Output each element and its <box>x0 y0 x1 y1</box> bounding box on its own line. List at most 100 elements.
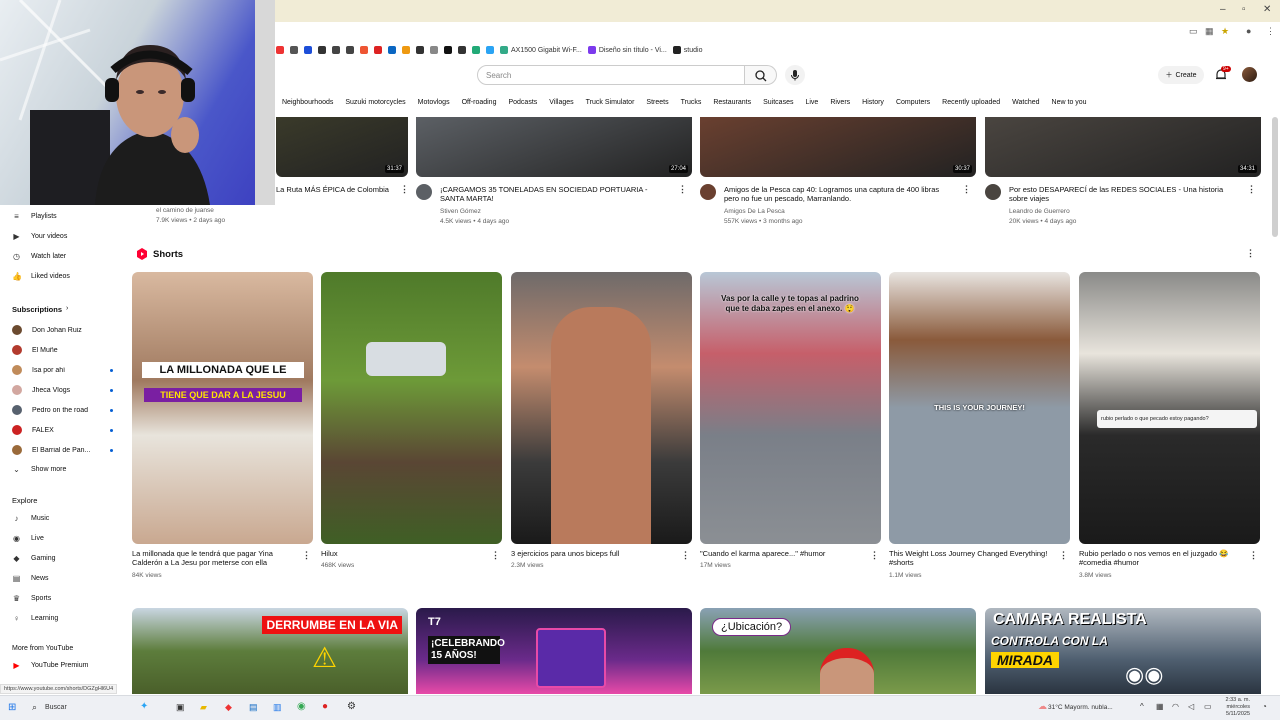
channel-avatar[interactable] <box>416 184 432 200</box>
filter-chip[interactable]: Trucks <box>675 99 708 106</box>
short-menu-icon[interactable]: ⋮ <box>870 550 879 561</box>
video-thumbnail[interactable]: T7 ¡CELEBRANDO 15 AÑOS! <box>416 608 692 694</box>
sidebar-item[interactable]: ◆ Gaming <box>12 554 55 563</box>
short-menu-icon[interactable]: ⋮ <box>681 550 690 561</box>
bookmark-favicon[interactable] <box>486 46 494 54</box>
tray-chevron-icon[interactable]: ^ <box>1140 702 1144 711</box>
channel-avatar[interactable] <box>700 184 716 200</box>
sidebar-item[interactable]: ▤ News <box>12 574 49 583</box>
video-thumbnail[interactable]: DERRUMBE EN LA VIA ⚠ <box>132 608 408 694</box>
sidebar-item[interactable]: ♪ Music <box>12 514 50 523</box>
short-title[interactable]: 3 ejercicios para unos biceps full <box>511 549 676 558</box>
sidebar-subscription[interactable]: Don Johan Ruiz <box>12 325 94 335</box>
bookmark-item[interactable]: Diseño sin título - Vi... <box>587 46 667 54</box>
bookmark-favicon[interactable] <box>332 46 340 54</box>
bookmark-favicon[interactable] <box>374 46 382 54</box>
bookmark-favicon[interactable] <box>290 46 298 54</box>
short-thumbnail[interactable] <box>321 272 502 544</box>
bookmark-favicon[interactable] <box>444 46 452 54</box>
wifi-icon[interactable]: ◠ <box>1172 702 1179 711</box>
short-menu-icon[interactable]: ⋮ <box>302 550 311 561</box>
network-icon[interactable]: ▦ <box>1156 702 1164 711</box>
short-title[interactable]: Rubio perlado o nos vemos en el juzgado … <box>1079 549 1244 567</box>
sidebar-item-premium[interactable]: ▶ YouTube Premium <box>12 661 88 670</box>
bookmark-favicon[interactable] <box>402 46 410 54</box>
profile-icon[interactable]: ● <box>1246 27 1255 36</box>
sidebar-item[interactable]: 👍 Liked videos <box>12 272 70 281</box>
bookmark-item[interactable]: AX1500 Gigabit Wi-F... <box>500 46 582 54</box>
filter-chip[interactable]: New to you <box>1046 99 1093 106</box>
word-icon[interactable]: ▤ <box>249 702 258 713</box>
volume-icon[interactable]: ◁ <box>1188 702 1194 711</box>
filter-chip[interactable]: Computers <box>890 99 936 106</box>
short-menu-icon[interactable]: ⋮ <box>491 550 500 561</box>
video-thumbnail[interactable]: CAMARA REALISTA CONTROLA CON LA MIRADA ◉◉ <box>985 608 1261 694</box>
filter-chip[interactable]: Villages <box>543 99 579 106</box>
sidebar-item[interactable]: ◷ Watch later <box>12 252 66 261</box>
video-title[interactable]: Amigos de la Pesca cap 40: Logramos una … <box>724 185 954 203</box>
taskbar-search-icon[interactable]: ⌕ <box>32 702 37 713</box>
bookmark-favicon[interactable] <box>346 46 354 54</box>
filter-chip[interactable]: Live <box>799 99 824 106</box>
sidebar-subscription[interactable]: El Barrial de Pan... <box>12 445 113 455</box>
sidebar-subscription[interactable]: El Muñe <box>12 345 94 355</box>
short-thumbnail[interactable]: rubio perlado o que pecado estoy pagando… <box>1079 272 1260 544</box>
filter-chip[interactable]: Motovlogs <box>412 99 456 106</box>
filter-chip[interactable]: Suzuki motorcycles <box>339 99 411 106</box>
short-thumbnail[interactable]: Vas por la calle y te topas al padrino q… <box>700 272 881 544</box>
sidebar-subscription[interactable]: FALEX <box>12 425 113 435</box>
video-thumbnail[interactable]: 34:31 <box>985 117 1261 177</box>
show-more-button[interactable]: ⌄ Show more <box>12 465 66 474</box>
taskbar-search[interactable]: Buscar <box>45 704 67 711</box>
cast-icon[interactable]: ▭ <box>1189 27 1198 36</box>
filter-chip[interactable]: History <box>856 99 890 106</box>
sidebar-subscription[interactable]: Isa por ahí <box>12 365 113 375</box>
sidebar-subscription[interactable]: Pedro on the road <box>12 405 113 415</box>
maximize-icon[interactable]: ▫ <box>1242 4 1246 15</box>
bookmark-favicon[interactable] <box>472 46 480 54</box>
channel-name[interactable]: Leandro de Guerrero <box>1009 207 1070 217</box>
video-thumbnail[interactable]: ¿Ubicación? <box>700 608 976 694</box>
video-menu-icon[interactable]: ⋮ <box>1247 184 1256 195</box>
sidebar-item[interactable]: ▶ Your videos <box>12 232 67 241</box>
short-title[interactable]: This Weight Loss Journey Changed Everyth… <box>889 549 1054 567</box>
channel-name[interactable]: Stiven Gómez <box>440 207 481 217</box>
filter-chip[interactable]: Podcasts <box>502 99 543 106</box>
filter-chip[interactable]: Streets <box>640 99 674 106</box>
bookmark-item[interactable]: studio <box>672 46 702 54</box>
clock[interactable]: 2:33 a. m. miércoles 5/11/2025 <box>1220 697 1250 718</box>
video-title[interactable]: Por esto DESAPARECÍ de las REDES SOCIALE… <box>1009 185 1239 203</box>
chrome-icon[interactable]: ◉ <box>297 701 306 712</box>
short-title[interactable]: "Cuando el karma aparece..." #humor <box>700 549 865 558</box>
filter-chip[interactable]: Restaurants <box>707 99 757 106</box>
avatar[interactable] <box>1242 67 1257 82</box>
search-input[interactable]: Search <box>477 65 745 85</box>
mail-icon[interactable]: ▥ <box>273 702 282 713</box>
sidebar-item[interactable]: ◉ Live <box>12 534 44 543</box>
voice-search-button[interactable] <box>785 65 805 85</box>
filter-chip[interactable]: Off-roading <box>456 99 503 106</box>
chevron-right-icon[interactable]: › <box>66 305 68 312</box>
sidebar-item[interactable]: ♀ Learning <box>12 614 59 623</box>
bookmark-favicon[interactable] <box>318 46 326 54</box>
menu-dots-icon[interactable]: ⋮ <box>1266 27 1275 36</box>
short-menu-icon[interactable]: ⋮ <box>1249 550 1258 561</box>
windows-start-icon[interactable]: ⊞ <box>8 702 16 713</box>
bookmark-favicon[interactable] <box>388 46 396 54</box>
short-thumbnail[interactable] <box>511 272 692 544</box>
sidebar-item[interactable]: ≡ Playlists <box>12 212 57 221</box>
video-thumbnail[interactable]: 31:37 <box>276 117 408 177</box>
bookmark-favicon[interactable] <box>304 46 312 54</box>
create-button[interactable]: ＋ Create <box>1158 66 1204 84</box>
sidebar-item[interactable]: ♛ Sports <box>12 594 51 603</box>
filter-chip[interactable]: Recently uploaded <box>936 99 1006 106</box>
filter-chip[interactable]: Truck Simulator <box>580 99 641 106</box>
channel-avatar[interactable] <box>985 184 1001 200</box>
scrollbar[interactable] <box>1272 117 1278 237</box>
sidebar-subscription[interactable]: Jheca Vlogs <box>12 385 113 395</box>
bookmark-favicon[interactable] <box>360 46 368 54</box>
filter-chip[interactable]: Neighbourhoods <box>276 99 339 106</box>
video-thumbnail[interactable]: 30:37 <box>700 117 976 177</box>
notifications-icon[interactable]: ◔ <box>1262 702 1267 711</box>
short-menu-icon[interactable]: ⋮ <box>1059 550 1068 561</box>
